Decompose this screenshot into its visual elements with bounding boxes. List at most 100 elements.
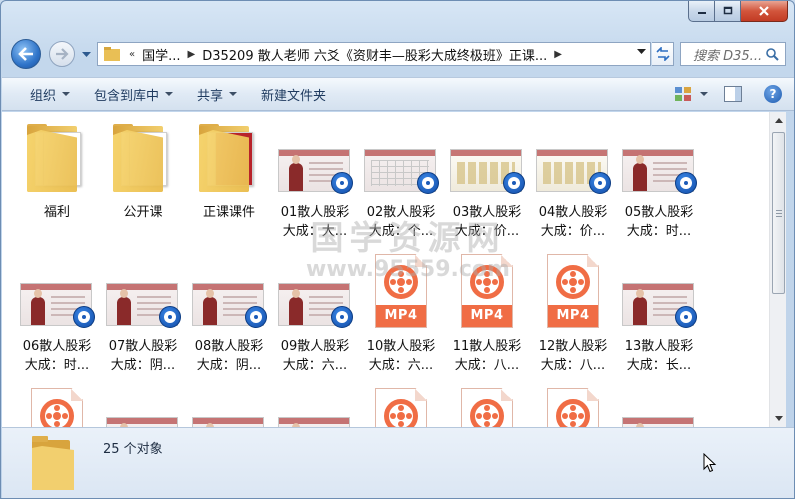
file-name: 03散人股彩 — [452, 205, 522, 220]
breadcrumb-separator-icon[interactable]: ▶ — [551, 49, 565, 60]
breadcrumb-separator-icon[interactable]: ▶ — [185, 49, 199, 60]
mp4-file-icon: MP4 — [531, 252, 615, 332]
file-item[interactable]: 13散人股彩 大成：长... — [617, 252, 701, 375]
help-icon[interactable]: ? — [764, 85, 782, 103]
file-name-line2: 大成：阴... — [196, 358, 262, 373]
breadcrumb-prefix[interactable]: « — [126, 49, 138, 60]
mp4-file-icon — [531, 386, 615, 427]
file-name: 09散人股彩 — [280, 339, 350, 354]
breadcrumb-item[interactable]: D35209 散人老师 六爻《资财丰—股彩大成终极班》正课... — [198, 45, 551, 64]
file-name: 福利 — [43, 205, 70, 220]
file-item[interactable]: MP4 10散人股彩 大成：六... — [359, 252, 443, 375]
file-item[interactable] — [359, 386, 443, 427]
file-item[interactable]: 09散人股彩 大成：六... — [273, 252, 357, 375]
file-item[interactable]: 03散人股彩 大成：价... — [445, 118, 529, 241]
preview-pane-icon[interactable] — [724, 86, 742, 102]
breadcrumb-item[interactable]: 国学... — [138, 45, 184, 64]
mouse-cursor-icon — [703, 453, 717, 473]
video-player-icon — [73, 306, 95, 328]
organize-menu[interactable]: 组织 — [2, 78, 82, 110]
scroll-up-button[interactable] — [770, 112, 787, 129]
file-item[interactable] — [15, 386, 99, 427]
video-thumbnail — [617, 118, 701, 198]
vertical-scrollbar[interactable] — [769, 112, 786, 427]
minimize-icon — [697, 12, 706, 14]
video-thumbnail — [15, 252, 99, 332]
file-item[interactable]: 08散人股彩 大成：阴... — [187, 252, 271, 375]
video-thumbnail — [273, 386, 357, 427]
video-player-icon — [331, 306, 353, 328]
video-thumbnail — [101, 252, 185, 332]
video-player-icon — [675, 306, 697, 328]
refresh-button[interactable] — [652, 42, 674, 66]
file-item[interactable] — [273, 386, 357, 427]
file-item[interactable]: 正课课件 — [187, 118, 271, 222]
minimize-button[interactable] — [688, 1, 715, 22]
file-item[interactable]: 福利 — [15, 118, 99, 222]
video-player-icon — [331, 172, 353, 194]
file-name-line2: 大成：价... — [454, 224, 520, 239]
mp4-file-icon — [359, 386, 443, 427]
file-item[interactable] — [617, 386, 701, 427]
file-item[interactable]: 公开课 — [101, 118, 185, 222]
video-player-icon — [159, 306, 181, 328]
navigation-bar: « 国学... ▶ D35209 散人老师 六爻《资财丰—股彩大成终极班》正课.… — [1, 37, 794, 69]
video-player-icon — [675, 172, 697, 194]
file-item[interactable] — [531, 386, 615, 427]
file-item[interactable] — [187, 386, 271, 427]
close-button[interactable] — [741, 1, 788, 22]
video-thumbnail — [187, 386, 271, 427]
video-thumbnail — [445, 118, 529, 198]
new-folder-button[interactable]: 新建文件夹 — [249, 78, 338, 110]
file-name-line2: 大成：八... — [540, 358, 606, 373]
mp4-file-icon: MP4 — [445, 252, 529, 332]
close-icon — [759, 6, 769, 16]
back-button[interactable] — [11, 39, 41, 69]
video-player-icon — [245, 306, 267, 328]
scroll-down-button[interactable] — [770, 410, 787, 427]
file-name-line2: 大成：时... — [24, 358, 90, 373]
file-item[interactable]: 01散人股彩 大成：大... — [273, 118, 357, 241]
chevron-down-icon — [81, 52, 91, 57]
folder-icon — [101, 118, 185, 198]
file-name: 公开课 — [123, 205, 163, 220]
file-name-line2: 大成：阴... — [110, 358, 176, 373]
forward-arrow-icon — [56, 48, 69, 60]
address-bar[interactable]: « 国学... ▶ D35209 散人老师 六爻《资财丰—股彩大成终极班》正课.… — [97, 42, 651, 66]
file-item[interactable] — [445, 386, 529, 427]
maximize-button[interactable] — [715, 1, 741, 22]
file-item[interactable]: MP4 12散人股彩 大成：八... — [531, 252, 615, 375]
file-item[interactable]: 06散人股彩 大成：时... — [15, 252, 99, 375]
forward-button[interactable] — [49, 41, 75, 67]
recent-pages-button[interactable] — [79, 49, 93, 61]
file-item[interactable]: 04散人股彩 大成：价... — [531, 118, 615, 241]
grip-icon — [775, 209, 782, 217]
chevron-down-icon[interactable] — [637, 49, 646, 55]
chevron-down-icon — [165, 92, 174, 96]
share-menu[interactable]: 共享 — [185, 78, 249, 110]
file-name: 06散人股彩 — [22, 339, 92, 354]
view-options-chevron-icon[interactable] — [700, 92, 708, 96]
include-in-library-menu[interactable]: 包含到库中 — [82, 78, 185, 110]
file-name: 02散人股彩 — [366, 205, 436, 220]
file-name-line2: 大成：时... — [626, 224, 692, 239]
chevron-up-icon — [774, 118, 783, 123]
change-view-icon[interactable] — [674, 86, 692, 102]
file-item[interactable]: 07散人股彩 大成：阴... — [101, 252, 185, 375]
scrollbar-thumb[interactable] — [772, 132, 785, 294]
file-name: 正课课件 — [202, 205, 255, 220]
include-in-library-label: 包含到库中 — [94, 88, 160, 104]
file-name: 07散人股彩 — [108, 339, 178, 354]
file-item[interactable] — [101, 386, 185, 427]
chevron-down-icon — [229, 92, 238, 96]
video-thumbnail — [273, 252, 357, 332]
video-player-icon — [503, 172, 525, 194]
file-list[interactable]: 福利 公开课 正课课件 01散人股彩 大成：大... 02散人股彩 大成：个... 03散人股… — [2, 112, 769, 427]
search-icon[interactable] — [766, 48, 779, 61]
mp4-file-icon — [445, 386, 529, 427]
search-box[interactable]: 搜索 D35... — [680, 42, 786, 66]
file-item[interactable]: 05散人股彩 大成：时... — [617, 118, 701, 241]
file-item[interactable]: 02散人股彩 大成：个... — [359, 118, 443, 241]
mp4-badge: MP4 — [462, 305, 512, 327]
file-item[interactable]: MP4 11散人股彩 大成：八... — [445, 252, 529, 375]
